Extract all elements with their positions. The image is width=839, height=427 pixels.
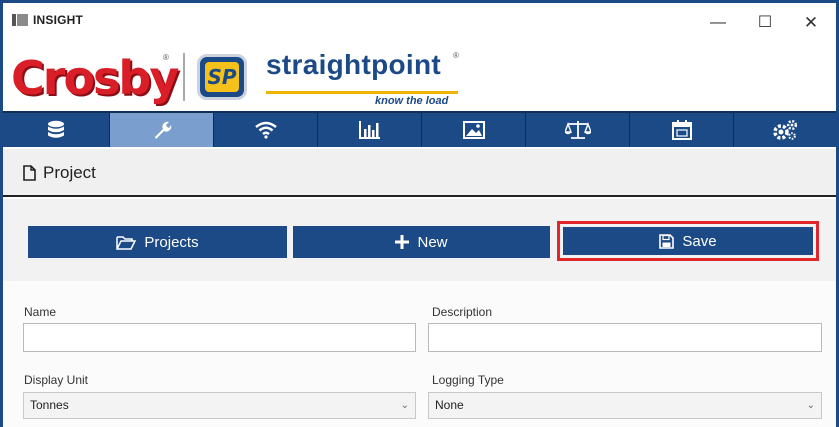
image-icon <box>462 121 485 139</box>
straightpoint-logo-text: straightpoint <box>266 49 441 80</box>
projects-button[interactable]: Projects <box>28 226 287 258</box>
save-button-highlight: Save <box>557 221 819 261</box>
logging-type-select[interactable]: None ⌄ <box>428 392 822 419</box>
crosby-logo: Crosby <box>11 47 179 109</box>
sp-badge-text: SP <box>205 62 239 92</box>
straightpoint-registered-mark: ® <box>453 51 459 60</box>
title-bar: INSIGHT — ☐ ✕ <box>3 3 836 45</box>
description-label: Description <box>432 305 493 319</box>
logging-type-label: Logging Type <box>432 373 504 387</box>
straightpoint-underline <box>266 91 458 94</box>
logo-divider <box>183 53 185 101</box>
window-title: INSIGHT <box>33 13 84 27</box>
project-form: Name Description Display Unit Tonnes ⌄ L… <box>3 281 836 427</box>
main-toolbar <box>3 111 836 147</box>
minimize-button[interactable]: — <box>703 12 733 34</box>
straightpoint-badge: SP <box>197 54 247 100</box>
toolbar-database-button[interactable] <box>3 113 110 147</box>
wrench-icon <box>154 121 171 139</box>
folder-open-icon <box>116 235 137 250</box>
action-bar: Projects New Save <box>3 199 836 281</box>
display-unit-label: Display Unit <box>24 373 89 387</box>
document-icon <box>23 165 36 181</box>
toolbar-scales-button[interactable] <box>526 113 630 147</box>
close-button[interactable]: ✕ <box>796 12 826 34</box>
bar-chart-icon <box>358 121 380 139</box>
section-header: Project <box>3 149 836 197</box>
plus-icon <box>395 235 410 249</box>
toolbar-calendar-button[interactable] <box>630 113 734 147</box>
new-button[interactable]: New <box>293 226 550 258</box>
crosby-logo-text: Crosby <box>11 51 179 105</box>
crosby-registered-mark: ® <box>163 53 169 62</box>
chevron-down-icon: ⌄ <box>806 400 815 411</box>
toolbar-wrench-button[interactable] <box>110 113 214 147</box>
name-label: Name <box>24 305 57 319</box>
chevron-down-icon: ⌄ <box>400 400 409 411</box>
save-button-label: Save <box>682 232 717 250</box>
calendar-icon <box>671 120 692 140</box>
projects-button-label: Projects <box>144 233 199 251</box>
toolbar-settings-button[interactable] <box>734 113 836 147</box>
scales-icon <box>564 121 591 139</box>
toolbar-wireless-button[interactable] <box>214 113 318 147</box>
page-title: Project <box>43 163 96 182</box>
maximize-button[interactable]: ☐ <box>750 12 780 34</box>
new-button-label: New <box>417 233 448 251</box>
gears-icon <box>773 119 798 140</box>
description-field[interactable] <box>428 323 822 352</box>
app-icon <box>12 14 28 26</box>
app-window: INSIGHT — ☐ ✕ Crosby ® SP straightpoint … <box>3 3 836 427</box>
wifi-icon <box>254 121 277 139</box>
name-field[interactable] <box>23 323 416 352</box>
straightpoint-tagline: know the load <box>375 95 449 107</box>
toolbar-image-button[interactable] <box>422 113 526 147</box>
toolbar-chart-button[interactable] <box>318 113 422 147</box>
display-unit-value: Tonnes <box>30 398 69 412</box>
logging-type-value: None <box>435 398 464 412</box>
save-button[interactable]: Save <box>563 227 813 255</box>
database-icon <box>48 120 64 138</box>
floppy-disk-icon <box>659 233 675 249</box>
display-unit-select[interactable]: Tonnes ⌄ <box>23 392 416 419</box>
